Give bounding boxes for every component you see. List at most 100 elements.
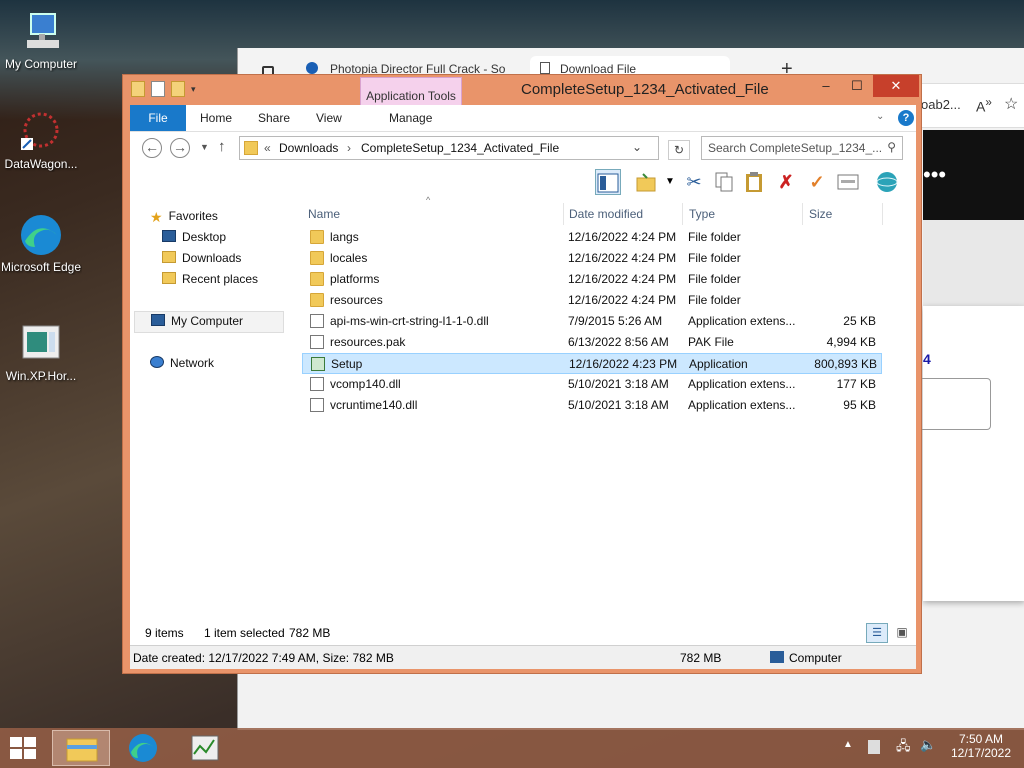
folder-icon xyxy=(310,230,324,244)
help-icon[interactable]: ? xyxy=(898,110,914,126)
nav-my-computer[interactable]: My Computer xyxy=(134,311,284,333)
edge-icon xyxy=(19,213,63,257)
column-name[interactable]: Name xyxy=(302,203,564,225)
delete-icon[interactable]: ✗ xyxy=(773,169,799,195)
globe-icon[interactable] xyxy=(874,169,900,195)
file-type: Application extens... xyxy=(688,377,796,391)
folder-icon xyxy=(310,251,324,265)
forward-button[interactable]: → xyxy=(170,138,190,158)
nav-recent-places[interactable]: Recent places xyxy=(162,272,258,286)
nav-favorites[interactable]: ★ Favorites xyxy=(150,209,218,225)
file-row-langs[interactable]: langs 12/16/2022 4:24 PM File folder xyxy=(302,227,882,248)
page-textarea[interactable] xyxy=(913,378,991,430)
clock[interactable]: 7:50 AM 12/17/2022 xyxy=(946,732,1016,760)
cut-icon[interactable]: ✂ xyxy=(681,169,707,195)
desktop-icon-my-computer[interactable]: My Computer xyxy=(0,10,82,72)
close-button[interactable]: ✕ xyxy=(873,75,919,97)
tab-home[interactable]: Home xyxy=(200,105,232,131)
desktop-icon-datawagon[interactable]: DataWagon... xyxy=(0,110,82,172)
address-dropdown-icon[interactable]: ⌄ xyxy=(632,140,642,154)
address-bar[interactable]: « Downloads › CompleteSetup_1234_Activat… xyxy=(239,136,659,160)
refresh-icon[interactable]: ↻ xyxy=(668,140,690,160)
tab-share[interactable]: Share xyxy=(258,105,290,131)
nav-desktop[interactable]: Desktop xyxy=(162,230,226,244)
file-name: vcomp140.dll xyxy=(330,377,401,391)
file-row-locales[interactable]: locales 12/16/2022 4:24 PM File folder xyxy=(302,248,882,269)
details-view-icon[interactable]: ☰ xyxy=(866,623,888,643)
file-list: ^ Name Date modified Type Size langs 12/1… xyxy=(302,195,916,621)
window-title: CompleteSetup_1234_Activated_File xyxy=(521,81,769,98)
copy-icon[interactable] xyxy=(711,169,737,195)
file-name: Setup xyxy=(331,357,363,371)
desktop-icon-winxp[interactable]: Win.XP.Hor... xyxy=(0,322,82,384)
nav-downloads[interactable]: Downloads xyxy=(162,251,241,265)
file-row-vcruntime140-dll[interactable]: vcruntime140.dll 5/10/2021 3:18 AM Applica… xyxy=(302,395,882,416)
properties-folder-icon[interactable] xyxy=(633,169,659,195)
usb-icon[interactable] xyxy=(868,740,880,754)
column-date-modified[interactable]: Date modified xyxy=(563,203,683,225)
file-date: 12/16/2022 4:24 PM xyxy=(568,230,677,244)
up-button[interactable]: ↑ xyxy=(218,138,226,155)
customize-qat-icon[interactable]: ▾ xyxy=(191,81,196,97)
search-input[interactable]: Search CompleteSetup_1234_... ⚲ xyxy=(701,136,903,160)
preview-pane-icon[interactable] xyxy=(595,169,621,195)
status-bar: 9 items 1 item selected 782 MB ☰ ▣ xyxy=(130,621,916,645)
paste-icon[interactable] xyxy=(741,169,767,195)
tab-manage[interactable]: Manage xyxy=(389,105,432,131)
minimize-button[interactable]: – xyxy=(811,75,841,97)
edge-icon xyxy=(129,734,157,762)
read-aloud-icon[interactable]: A» xyxy=(976,96,992,115)
file-date: 5/10/2021 3:18 AM xyxy=(568,377,669,391)
file-row-resources-pak[interactable]: resources.pak 6/13/2022 8:56 AM PAK File 4,… xyxy=(302,332,882,353)
tab-file[interactable]: File xyxy=(130,105,186,131)
file-row-vcomp140-dll[interactable]: vcomp140.dll 5/10/2021 3:18 AM Application… xyxy=(302,374,882,395)
volume-icon[interactable]: 🔈 xyxy=(920,737,936,753)
nav-network[interactable]: Network xyxy=(150,356,214,370)
page-tab-icon xyxy=(540,62,550,74)
application-icon xyxy=(311,357,325,371)
computer-icon xyxy=(19,10,63,54)
file-row-api-ms-win-crt-string-l1-1-0-dll[interactable]: api-ms-win-crt-string-l1-1-0.dll 7/9/2015… xyxy=(302,311,882,332)
new-folder-icon[interactable] xyxy=(171,81,185,97)
more-options-icon[interactable]: ••• xyxy=(923,162,946,187)
start-button[interactable] xyxy=(10,737,38,759)
folder-icon xyxy=(310,293,324,307)
recent-locations-icon[interactable]: ▼ xyxy=(200,142,209,152)
new-item-icon[interactable] xyxy=(835,169,861,195)
selection-size: 782 MB xyxy=(289,626,331,640)
file-row-resources[interactable]: resources 12/16/2022 4:24 PM File folder xyxy=(302,290,882,311)
computer-location: Computer xyxy=(770,651,842,665)
selection-count: 1 item selected xyxy=(204,626,285,640)
date-created-info: Date created: 12/17/2022 7:49 AM, Size: … xyxy=(133,651,394,665)
back-button[interactable]: ← xyxy=(142,138,162,158)
file-row-platforms[interactable]: platforms 12/16/2022 4:24 PM File folder xyxy=(302,269,882,290)
expand-ribbon-icon[interactable]: ⌄ xyxy=(876,111,884,122)
folder-icon[interactable] xyxy=(131,81,145,97)
favorite-star-icon[interactable]: ☆ xyxy=(1004,94,1018,114)
taskbar-edge[interactable] xyxy=(114,730,172,766)
file-row-setup[interactable]: Setup 12/16/2022 4:23 PM Application 800,89… xyxy=(302,353,882,374)
column-size[interactable]: Size xyxy=(803,203,883,225)
file-date: 7/9/2015 5:26 AM xyxy=(568,314,663,328)
title-bar[interactable]: ▾ Application Tools CompleteSetup_1234_A… xyxy=(123,75,921,107)
breadcrumb-downloads[interactable]: Downloads xyxy=(279,141,338,155)
taskbar-task-manager[interactable] xyxy=(176,730,234,766)
desktop-icon-edge[interactable]: Microsoft Edge xyxy=(0,213,82,275)
file-icon xyxy=(310,398,324,412)
breadcrumb-current-folder[interactable]: CompleteSetup_1234_Activated_File xyxy=(361,141,559,155)
show-hidden-icons[interactable]: ▲ xyxy=(843,739,853,750)
properties-icon[interactable] xyxy=(151,81,165,97)
rename-icon[interactable]: ✓ xyxy=(804,169,830,195)
column-type[interactable]: Type xyxy=(683,203,803,225)
tab-view[interactable]: View xyxy=(316,105,342,131)
taskbar-file-explorer[interactable] xyxy=(52,730,110,766)
file-date: 12/16/2022 4:24 PM xyxy=(568,293,677,307)
explorer-window: ▾ Application Tools CompleteSetup_1234_A… xyxy=(122,74,922,674)
file-icon xyxy=(310,335,324,349)
organize-dropdown-icon[interactable]: ▼ xyxy=(657,169,683,195)
maximize-button[interactable]: ☐ xyxy=(842,75,872,97)
network-tray-icon[interactable]: 🖧 xyxy=(896,737,911,759)
address-row: ← → ▼ ↑ « Downloads › CompleteSetup_1234… xyxy=(130,131,916,165)
large-icons-view-icon[interactable]: ▣ xyxy=(892,623,912,643)
page-dark-header: ••• xyxy=(923,130,1024,220)
